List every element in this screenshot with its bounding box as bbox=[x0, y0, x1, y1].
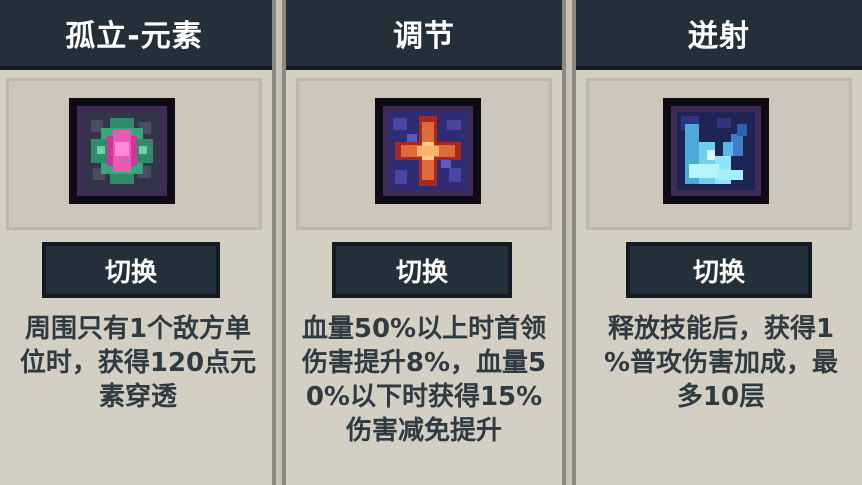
description-line: 周围只有1个敌方单 bbox=[24, 314, 252, 344]
ice-shard-icon bbox=[663, 98, 769, 204]
switch-button[interactable]: 切换 bbox=[332, 242, 512, 298]
description-line: 多10层 bbox=[676, 382, 766, 412]
card-title: 孤立-元素 bbox=[0, 0, 272, 70]
description-line: %普攻伤害加成，最 bbox=[603, 348, 839, 378]
switch-button[interactable]: 切换 bbox=[626, 242, 812, 298]
talent-card-burst: 迸射 切换 释放技能后，获得1 %普攻伤害加成，最 多10层 bbox=[572, 0, 862, 485]
description-line: 素穿透 bbox=[98, 382, 177, 412]
description-line: 伤害提升8%，血量5 bbox=[301, 348, 547, 378]
card-title: 迸射 bbox=[576, 0, 862, 70]
switch-button[interactable]: 切换 bbox=[42, 242, 220, 298]
description-line: 血量50%以上时首领 bbox=[301, 314, 547, 344]
talent-card-isolation-element: 孤立-元素 切换 周围只有1个敌方单 位时，获得120点元 素穿透 bbox=[0, 0, 276, 485]
description-line: 位时，获得120点元 bbox=[19, 348, 257, 378]
description-line: 伤害减免提升 bbox=[345, 416, 502, 446]
description-line: 释放技能后，获得1 bbox=[607, 314, 835, 344]
talent-description: 周围只有1个敌方单 位时，获得120点元 素穿透 bbox=[0, 312, 276, 414]
card-title: 调节 bbox=[286, 0, 562, 70]
element-orb-icon bbox=[69, 98, 175, 204]
talent-description: 血量50%以上时首领 伤害提升8%，血量5 0%以下时获得15% 伤害减免提升 bbox=[288, 312, 560, 448]
icon-panel bbox=[6, 78, 262, 230]
talent-description: 释放技能后，获得1 %普攻伤害加成，最 多10层 bbox=[580, 312, 862, 414]
icon-panel bbox=[296, 78, 552, 230]
talent-card-adjust: 调节 切换 血量50%以上时首领 伤害提升8%，血量5 0%以下时获得15% 伤… bbox=[282, 0, 566, 485]
icon-panel bbox=[586, 78, 852, 230]
description-line: 0%以下时获得15% bbox=[305, 382, 543, 412]
sparkle-cross-icon bbox=[375, 98, 481, 204]
